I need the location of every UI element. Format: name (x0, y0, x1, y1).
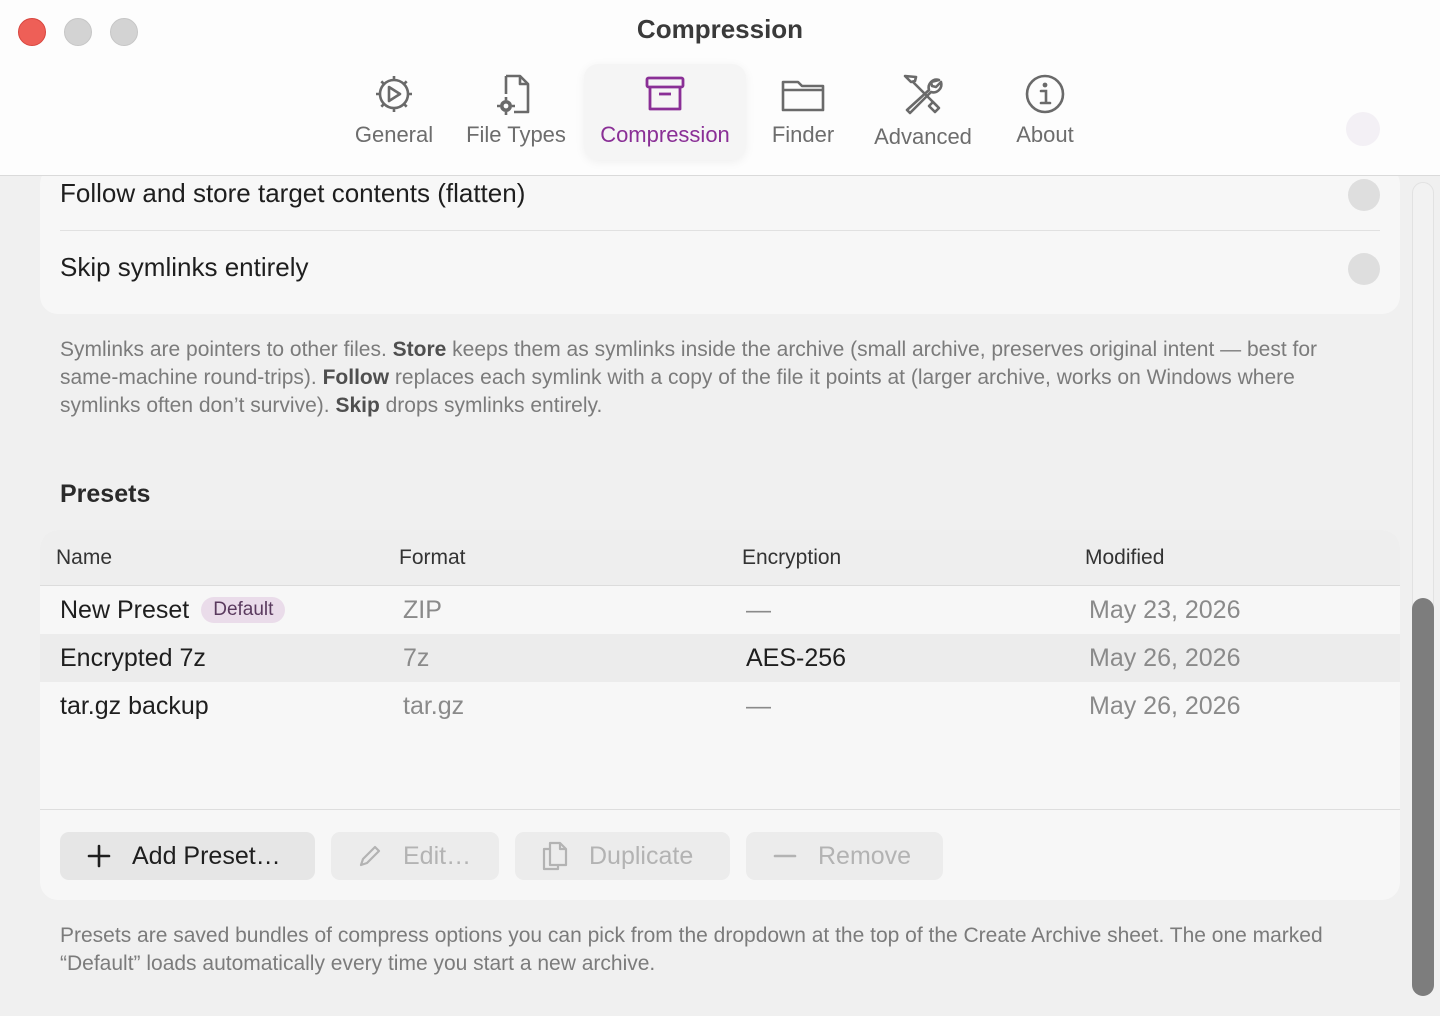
preset-encryption: — (746, 692, 771, 720)
preset-format: tar.gz (403, 692, 465, 720)
preset-name: Encrypted 7z (60, 644, 206, 672)
scrolled-toggle-ghost (1346, 112, 1380, 146)
symlink-options-card: Follow and store target contents (flatte… (40, 166, 1400, 314)
column-header-format[interactable]: Format (399, 546, 466, 570)
preset-format: 7z (403, 644, 430, 672)
remove-preset-button[interactable]: Remove (746, 832, 943, 880)
gear-icon (376, 76, 412, 112)
tab-label: Compression (600, 122, 730, 147)
folder-icon (781, 80, 825, 112)
default-badge: Default (201, 597, 286, 623)
preset-modified: May 26, 2026 (1089, 644, 1241, 672)
table-row[interactable]: Encrypted 7z 7z AES-256 May 26, 2026 (40, 634, 1400, 682)
wrench-screwdriver-icon (903, 74, 943, 115)
presets-table-header: Name Format Encryption Modified (40, 530, 1400, 586)
vertical-scrollbar-thumb[interactable] (1412, 598, 1434, 996)
help-follow-term: Follow (322, 366, 390, 389)
tab-label: Advanced (874, 124, 972, 149)
window-title: Compression (636, 14, 804, 44)
preset-encryption: AES-256 (746, 644, 847, 672)
edit-preset-button[interactable]: Edit… (331, 832, 499, 880)
preset-format: ZIP (403, 596, 442, 624)
presets-card: Name Format Encryption Modified New Pres… (40, 530, 1400, 900)
row-divider (60, 230, 1380, 231)
tab-general[interactable]: General (346, 64, 442, 160)
skip-symlinks-label: Skip symlinks entirely (60, 252, 309, 282)
column-header-name[interactable]: Name (56, 546, 112, 570)
window-toolbar: Compression General File Types Compressi… (0, 0, 1440, 176)
minus-icon (773, 854, 797, 858)
document-gear-icon (497, 74, 530, 115)
help-skip-term: Skip (335, 394, 380, 417)
table-row[interactable]: New Preset Default ZIP — May 23, 2026 (40, 586, 1400, 634)
tab-compression[interactable]: Compression (584, 64, 746, 160)
follow-symlinks-radio[interactable] (1348, 179, 1380, 211)
tab-label: Finder (771, 122, 835, 147)
duplicate-icon (542, 841, 568, 871)
archive-box-icon (645, 76, 685, 111)
help-store-term: Store (392, 338, 447, 361)
column-header-modified[interactable]: Modified (1085, 546, 1164, 570)
preset-modified: May 23, 2026 (1089, 596, 1241, 624)
preset-name: tar.gz backup (60, 692, 209, 720)
symlinks-help-text: Symlinks are pointers to other files. St… (60, 338, 1318, 417)
tab-label: General (354, 122, 434, 147)
tab-file-types[interactable]: File Types (456, 64, 576, 160)
column-header-encryption[interactable]: Encryption (742, 546, 841, 570)
tab-finder[interactable]: Finder (760, 64, 846, 160)
table-footer-divider (40, 809, 1400, 810)
plus-icon (87, 844, 111, 868)
info-icon (1025, 74, 1065, 114)
duplicate-preset-button[interactable]: Duplicate (515, 832, 730, 880)
presets-section-title: Presets (60, 480, 151, 508)
preset-encryption: — (746, 596, 771, 624)
follow-symlinks-label: Follow and store target contents (flatte… (60, 178, 526, 208)
pencil-icon (359, 845, 381, 867)
tab-about[interactable]: About (1004, 64, 1086, 160)
preset-name: New Preset Default (60, 596, 286, 625)
preset-modified: May 26, 2026 (1089, 692, 1241, 720)
skip-symlinks-radio[interactable] (1348, 253, 1380, 285)
presets-help-text: Presets are saved bundles of compress op… (60, 924, 1323, 975)
tab-label: About (1016, 122, 1074, 147)
scrolled-content-ghost (60, 46, 67, 77)
add-preset-button[interactable]: Add Preset… (60, 832, 315, 880)
settings-content: Follow and store target contents (flatte… (0, 166, 1440, 1016)
table-row[interactable]: tar.gz backup tar.gz — May 26, 2026 (40, 682, 1400, 730)
tab-label: File Types (466, 122, 566, 147)
tab-advanced[interactable]: Advanced (862, 64, 984, 160)
